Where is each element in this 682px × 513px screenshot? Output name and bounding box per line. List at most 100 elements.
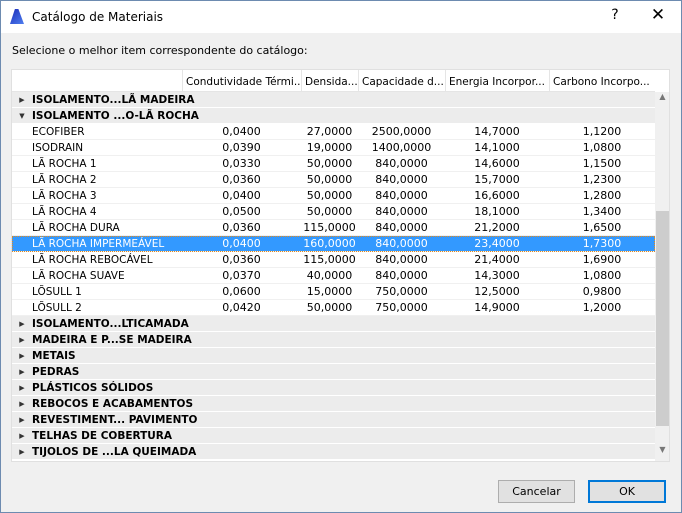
- conductivity-cell: 0,0500: [222, 205, 261, 218]
- embodied-carbon-cell: 1,6500: [582, 221, 622, 234]
- group-row[interactable]: ▶ ISOLAMENTO...LÃ MADEIRA: [12, 92, 655, 108]
- material-name-cell: LÃ ROCHA 3: [32, 189, 97, 202]
- heat-capacity-cell: 840,0000: [375, 269, 428, 282]
- expand-triangle-icon[interactable]: ▶: [12, 432, 32, 440]
- conductivity-cell: 0,0360: [222, 253, 261, 266]
- group-row[interactable]: ▶ TELHAS DE COBERTURA: [12, 428, 655, 444]
- collapse-triangle-icon[interactable]: ▼: [12, 112, 32, 120]
- table-row[interactable]: LÃ ROCHA 2 0,0360 50,0000 840,0000 15,7000 1,…: [12, 172, 655, 188]
- group-row[interactable]: ▶ TIJOLOS DE ...LA QUEIMADA: [12, 444, 655, 460]
- column-header-capacity[interactable]: Capacidade d...: [358, 70, 445, 91]
- embodied-energy-cell: 21,4000: [474, 253, 520, 266]
- material-name-cell: LÕSULL 2: [32, 301, 82, 314]
- density-cell: 15,0000: [306, 285, 353, 298]
- embodied-carbon-cell: 1,0800: [582, 141, 622, 154]
- scroll-down-icon[interactable]: ▼: [655, 445, 669, 461]
- heat-capacity-cell: 840,0000: [375, 157, 428, 170]
- close-button[interactable]: ✕: [647, 5, 669, 25]
- embodied-energy-cell: 18,1000: [474, 205, 520, 218]
- group-label: REBOCOS E ACABAMENTOS: [32, 397, 194, 410]
- expand-triangle-icon[interactable]: ▶: [12, 368, 32, 376]
- material-name-cell: LÃ ROCHA DURA: [32, 221, 120, 234]
- density-cell: 19,0000: [306, 141, 353, 154]
- heat-capacity-cell: 750,0000: [375, 285, 428, 298]
- embodied-energy-cell: 14,3000: [474, 269, 520, 282]
- embodied-carbon-cell: 1,6900: [582, 253, 622, 266]
- scrollbar-thumb[interactable]: [656, 211, 669, 426]
- expand-triangle-icon[interactable]: ▶: [12, 96, 32, 104]
- embodied-energy-cell: 14,6000: [474, 157, 520, 170]
- column-header-density[interactable]: Densida...: [301, 70, 358, 91]
- column-header-carbon[interactable]: Carbono Incorpo...: [549, 70, 655, 91]
- heat-capacity-cell: 2500,0000: [371, 125, 432, 138]
- expand-triangle-icon[interactable]: ▶: [12, 416, 32, 424]
- material-name-cell: ECOFIBER: [32, 125, 85, 138]
- material-name-cell: LÃ ROCHA REBOCÁVEL: [32, 253, 153, 266]
- table-row[interactable]: ECOFIBER 0,0400 27,0000 2500,0000 14,7000 1,1…: [12, 124, 655, 140]
- group-row[interactable]: ▶ REBOCOS E ACABAMENTOS: [12, 396, 655, 412]
- embodied-carbon-cell: 0,9800: [582, 285, 622, 298]
- density-cell: 40,0000: [306, 269, 353, 282]
- table-row-selected[interactable]: LÃ ROCHA IMPERMEÁVEL 0,0400 160,0000 840,00…: [12, 236, 655, 252]
- group-row[interactable]: ▶ ISOLAMENTO...LTICAMADA: [12, 316, 655, 332]
- embodied-energy-cell: 23,4000: [474, 237, 520, 250]
- vertical-scrollbar[interactable]: ▲ ▼: [655, 92, 669, 461]
- expand-triangle-icon[interactable]: ▶: [12, 384, 32, 392]
- material-name-cell: LÃ ROCHA 4: [32, 205, 97, 218]
- group-row[interactable]: ▶ MADEIRA E P...SE MADEIRA: [12, 332, 655, 348]
- heat-capacity-cell: 840,0000: [375, 221, 428, 234]
- scroll-up-icon[interactable]: ▲: [655, 92, 669, 108]
- help-button[interactable]: ?: [605, 7, 625, 23]
- cancel-button[interactable]: Cancelar: [498, 480, 575, 503]
- group-label: ISOLAMENTO...LÃ MADEIRA: [32, 93, 195, 106]
- density-cell: 50,0000: [306, 173, 353, 186]
- table-row[interactable]: LÕSULL 1 0,0600 15,0000 750,0000 12,5000 0,98…: [12, 284, 655, 300]
- conductivity-cell: 0,0390: [222, 141, 261, 154]
- material-name-cell: LÃ ROCHA 2: [32, 173, 97, 186]
- expand-triangle-icon[interactable]: ▶: [12, 320, 32, 328]
- expand-triangle-icon[interactable]: ▶: [12, 336, 32, 344]
- group-row[interactable]: ▶ METAIS: [12, 348, 655, 364]
- group-row[interactable]: ▶ PLÁSTICOS SÓLIDOS: [12, 380, 655, 396]
- density-cell: 115,0000: [303, 221, 356, 234]
- table-row[interactable]: LÃ ROCHA REBOCÁVEL 0,0360 115,0000 840,0000…: [12, 252, 655, 268]
- app-icon: [10, 9, 24, 24]
- table-row[interactable]: LÃ ROCHA DURA 0,0360 115,0000 840,0000 21,20…: [12, 220, 655, 236]
- material-name-cell: ISODRAIN: [32, 141, 84, 154]
- table-row[interactable]: LÃ ROCHA 4 0,0500 50,0000 840,0000 18,1000 1,…: [12, 204, 655, 220]
- density-cell: 50,0000: [306, 189, 353, 202]
- column-header-energy[interactable]: Energia Incorpor...: [445, 70, 549, 91]
- group-label: TELHAS DE COBERTURA: [32, 429, 173, 442]
- conductivity-cell: 0,0420: [222, 301, 261, 314]
- density-cell: 50,0000: [306, 205, 353, 218]
- expand-triangle-icon[interactable]: ▶: [12, 352, 32, 360]
- group-row[interactable]: ▼ ISOLAMENTO ...O-LÃ ROCHA: [12, 108, 655, 124]
- density-cell: 160,0000: [303, 237, 356, 250]
- conductivity-cell: 0,0600: [222, 285, 261, 298]
- group-row[interactable]: ▶ REVESTIMENT... PAVIMENTO: [12, 412, 655, 428]
- column-header-name[interactable]: [12, 70, 182, 91]
- conductivity-cell: 0,0400: [222, 189, 261, 202]
- material-name-cell: LÃ ROCHA IMPERMEÁVEL: [32, 237, 165, 250]
- embodied-carbon-cell: 1,1500: [582, 157, 622, 170]
- group-label: ISOLAMENTO...LTICAMADA: [32, 317, 189, 330]
- expand-triangle-icon[interactable]: ▶: [12, 448, 32, 456]
- heat-capacity-cell: 840,0000: [375, 205, 428, 218]
- table-header: Condutividade Térmi... Densida... Capaci…: [12, 70, 655, 92]
- group-label: ISOLAMENTO ...O-LÃ ROCHA: [32, 109, 199, 122]
- column-header-conductivity[interactable]: Condutividade Térmi...: [182, 70, 301, 91]
- table-row[interactable]: ISODRAIN 0,0390 19,0000 1400,0000 14,1000 1,0…: [12, 140, 655, 156]
- ok-button[interactable]: OK: [588, 480, 666, 503]
- expand-triangle-icon[interactable]: ▶: [12, 400, 32, 408]
- table-row[interactable]: LÃ ROCHA 3 0,0400 50,0000 840,0000 16,6000 1,…: [12, 188, 655, 204]
- group-row[interactable]: ▶ PEDRAS: [12, 364, 655, 380]
- dialog-title: Catálogo de Materiais: [32, 10, 164, 24]
- table-row[interactable]: LÃ ROCHA 1 0,0330 50,0000 840,0000 14,6000 1,…: [12, 156, 655, 172]
- embodied-carbon-cell: 1,2800: [582, 189, 622, 202]
- conductivity-cell: 0,0360: [222, 173, 261, 186]
- conductivity-cell: 0,0370: [222, 269, 261, 282]
- embodied-energy-cell: 16,6000: [474, 189, 520, 202]
- material-name-cell: LÃ ROCHA SUAVE: [32, 269, 125, 282]
- table-row[interactable]: LÕSULL 2 0,0420 50,0000 750,0000 14,9000 1,20…: [12, 300, 655, 316]
- table-row[interactable]: LÃ ROCHA SUAVE 0,0370 40,0000 840,0000 14,30…: [12, 268, 655, 284]
